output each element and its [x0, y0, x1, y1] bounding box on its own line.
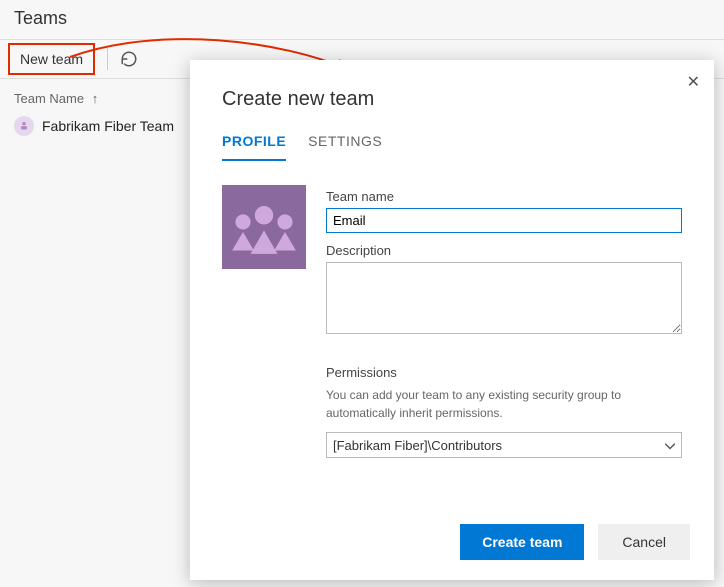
tab-profile[interactable]: PROFILE — [222, 127, 286, 161]
permissions-selected-value: [Fabrikam Fiber]\Contributors — [333, 438, 502, 453]
dialog-footer: Create team Cancel — [190, 508, 714, 580]
create-team-button[interactable]: Create team — [460, 524, 584, 560]
team-name-label: Team name — [326, 189, 682, 204]
dialog-title: Create new team — [190, 60, 714, 127]
refresh-icon[interactable] — [120, 50, 138, 68]
sort-ascending-icon: ↑ — [92, 91, 99, 106]
description-input[interactable] — [326, 262, 682, 334]
permissions-label: Permissions — [326, 365, 682, 380]
page-title: Teams — [0, 0, 724, 39]
toolbar-separator — [107, 48, 108, 70]
team-name-input[interactable] — [326, 208, 682, 233]
team-avatar-icon — [14, 116, 34, 136]
tab-settings[interactable]: SETTINGS — [308, 127, 382, 161]
team-avatar-placeholder[interactable] — [222, 185, 306, 269]
team-name: Fabrikam Fiber Team — [42, 118, 174, 134]
close-icon[interactable]: ✕ — [681, 66, 706, 98]
dialog-tabs: PROFILE SETTINGS — [190, 127, 714, 161]
permissions-caption: You can add your team to any existing se… — [326, 386, 682, 422]
create-team-dialog: ✕ Create new team PROFILE SETTINGS Team … — [190, 60, 714, 580]
cancel-button[interactable]: Cancel — [598, 524, 690, 560]
new-team-button[interactable]: New team — [8, 43, 95, 75]
column-header-label: Team Name — [14, 91, 84, 106]
description-label: Description — [326, 243, 682, 258]
chevron-down-icon — [665, 438, 675, 453]
permissions-select[interactable]: [Fabrikam Fiber]\Contributors — [326, 432, 682, 458]
